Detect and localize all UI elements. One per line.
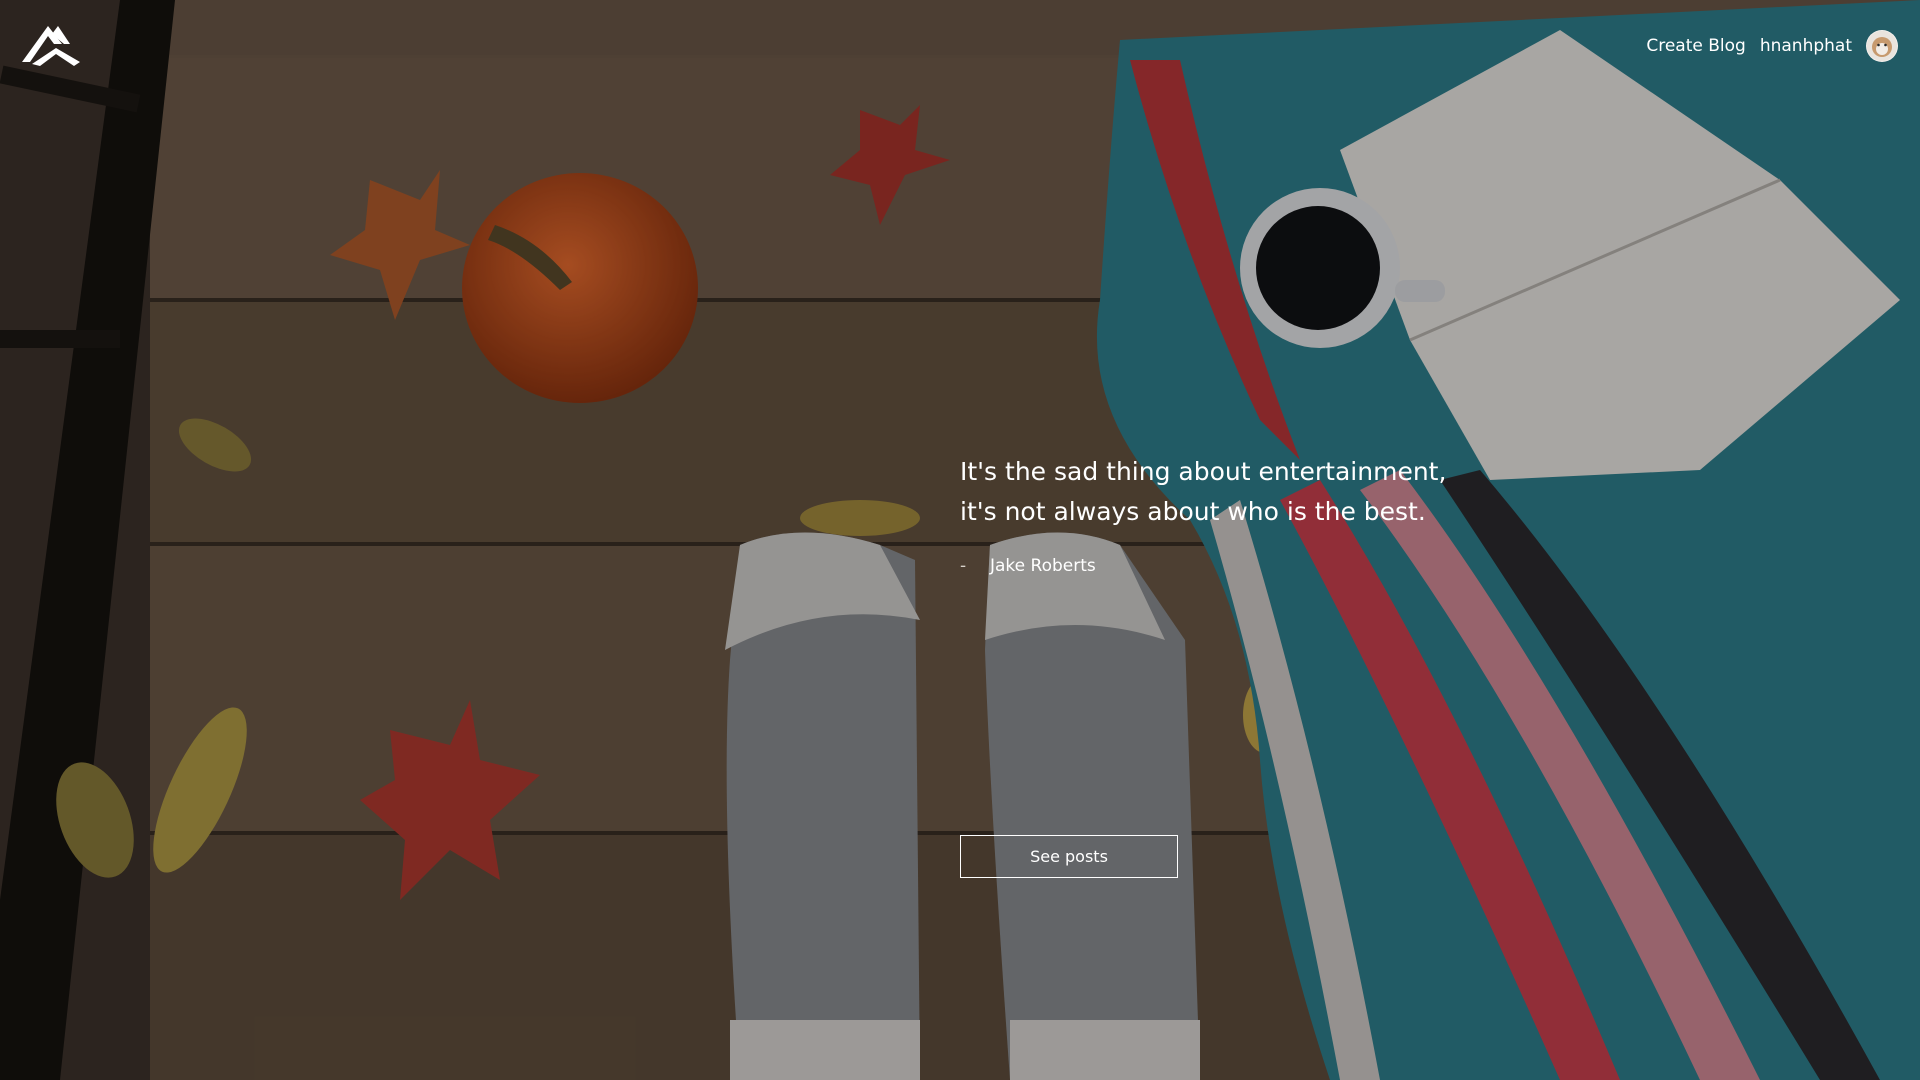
top-nav: Create Blog hnanhphat xyxy=(1646,30,1898,62)
quote-attribution: - Jake Roberts xyxy=(960,556,1096,576)
see-posts-button[interactable]: See posts xyxy=(960,835,1178,878)
user-avatar-icon[interactable] xyxy=(1866,30,1898,62)
quote-author: Jake Roberts xyxy=(990,556,1096,576)
landing-page: Create Blog hnanhphat It's the sad thing… xyxy=(0,0,1920,1080)
background-overlay xyxy=(0,0,1920,1080)
avatar-image xyxy=(1867,31,1897,61)
username-link[interactable]: hnanhphat xyxy=(1760,36,1852,56)
hero-quote: It's the sad thing about entertainment, … xyxy=(960,457,1447,526)
create-blog-link[interactable]: Create Blog xyxy=(1646,36,1745,56)
site-logo[interactable] xyxy=(18,22,84,68)
attribution-dash: - xyxy=(960,556,967,576)
mountain-logo-icon xyxy=(22,26,80,66)
